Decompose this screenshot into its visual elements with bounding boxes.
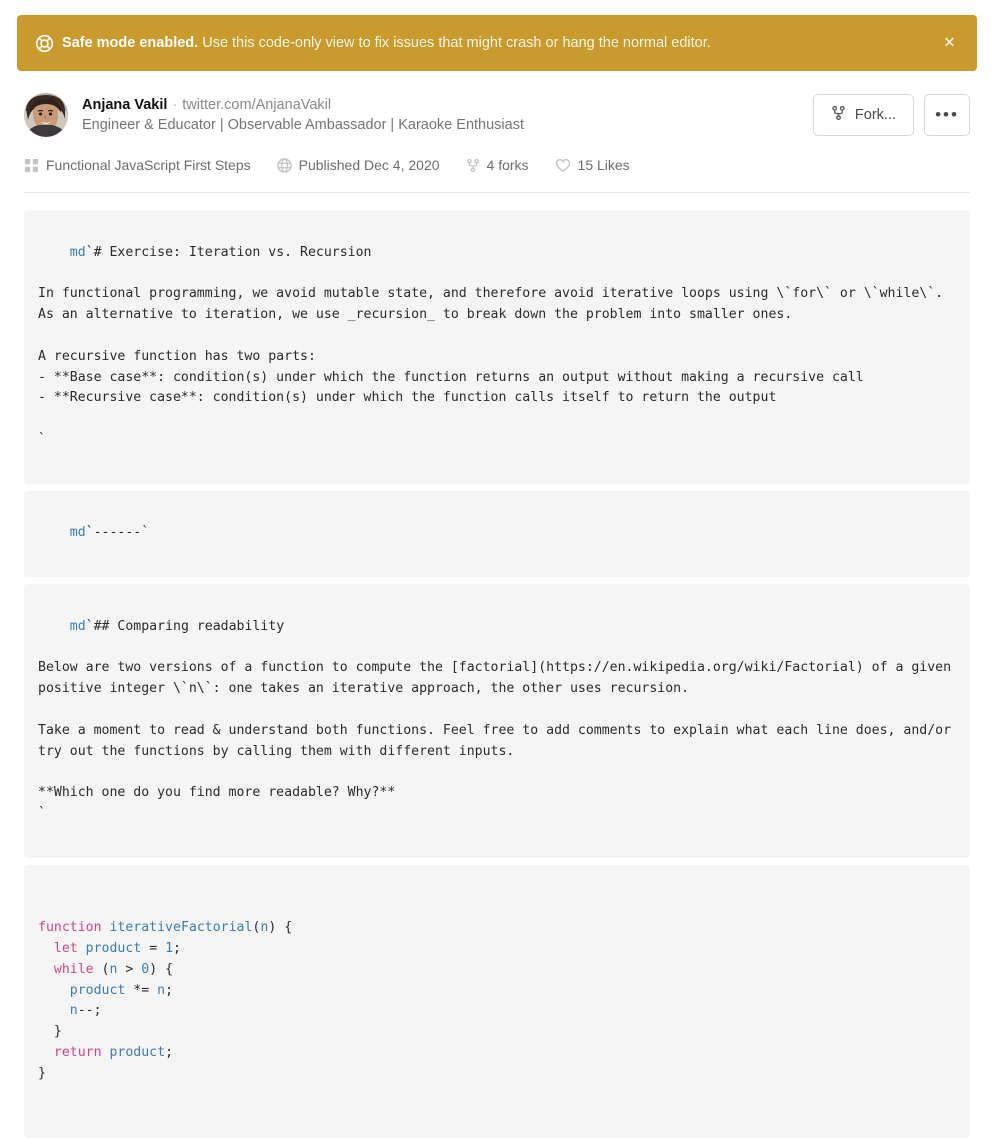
code-token: n — [157, 983, 165, 998]
fork-button[interactable]: Fork... — [813, 94, 914, 136]
author-handle[interactable]: twitter.com/AnjanaVakil — [182, 97, 331, 113]
collection-grid-icon — [24, 158, 39, 173]
byline-primary: Anjana Vakil · twitter.com/AnjanaVakil — [82, 95, 813, 115]
code-token: return — [54, 1045, 102, 1060]
code-token: ) { — [149, 962, 173, 977]
cell-open-backtick: ` — [86, 619, 94, 634]
lifebuoy-icon — [35, 34, 54, 53]
heart-icon — [555, 158, 571, 173]
avatar[interactable] — [24, 93, 68, 137]
notebook-header: Anjana Vakil · twitter.com/AnjanaVakil Eng… — [24, 71, 970, 193]
header-actions: Fork... ••• — [813, 94, 970, 136]
code-token: iterativeFactorial — [109, 920, 252, 935]
code-token — [38, 962, 54, 977]
meta-forks-label: 4 forks — [487, 157, 529, 173]
code-token: } — [38, 1066, 46, 1081]
markdown-cell[interactable]: md`------` — [24, 491, 970, 577]
code-token — [102, 1045, 110, 1060]
code-token: *= — [125, 983, 157, 998]
more-options-button[interactable]: ••• — [924, 94, 970, 136]
code-token: 1 — [165, 941, 173, 956]
code-token: 0 — [141, 962, 149, 977]
code-token — [38, 941, 54, 956]
cell-open-backtick: ` — [86, 245, 94, 260]
fork-icon — [466, 158, 480, 173]
safe-mode-banner-description: Use this code-only view to fix issues th… — [198, 35, 711, 51]
byline: Anjana Vakil · twitter.com/AnjanaVakil Eng… — [82, 95, 813, 135]
code-token: ; — [165, 1045, 173, 1060]
code-token: product — [109, 1045, 165, 1060]
author-bio: Engineer & Educator | Observable Ambassa… — [82, 115, 813, 135]
cell-source: # Exercise: Iteration vs. Recursion In f… — [38, 245, 951, 447]
safe-mode-banner: Safe mode enabled. Use this code-only vi… — [17, 15, 977, 71]
code-token — [78, 941, 86, 956]
close-icon[interactable]: × — [938, 30, 961, 57]
code-token — [38, 1003, 70, 1018]
meta-published: Published Dec 4, 2020 — [277, 157, 440, 173]
code-source: function iterativeFactorial(n) { let pro… — [38, 918, 956, 1084]
code-token: while — [54, 962, 94, 977]
code-token: } — [38, 1024, 62, 1039]
code-token: --; — [78, 1003, 102, 1018]
code-token: ( — [94, 962, 110, 977]
safe-mode-banner-text: Safe mode enabled. Use this code-only vi… — [62, 34, 711, 53]
code-token: product — [70, 983, 126, 998]
cell-language-tag: md — [70, 245, 86, 260]
code-token: let — [54, 941, 78, 956]
author-row: Anjana Vakil · twitter.com/AnjanaVakil Eng… — [24, 93, 970, 137]
code-token: ; — [165, 983, 173, 998]
code-token — [38, 1045, 54, 1060]
fork-icon — [831, 105, 846, 125]
code-token: = — [141, 941, 165, 956]
meta-forks[interactable]: 4 forks — [466, 157, 529, 173]
code-token: n — [70, 1003, 78, 1018]
cell-language-tag: md — [70, 525, 86, 540]
cell-source: ------` — [94, 525, 150, 540]
code-token: > — [117, 962, 141, 977]
meta-collection-label: Functional JavaScript First Steps — [46, 157, 251, 173]
byline-separator: · — [172, 97, 177, 113]
javascript-cell[interactable]: function iterativeFactorial(n) { let pro… — [24, 865, 970, 1138]
code-token: ) { — [268, 920, 292, 935]
meta-likes[interactable]: 15 Likes — [555, 157, 630, 173]
meta-published-label: Published Dec 4, 2020 — [299, 157, 440, 173]
code-token: ; — [173, 941, 181, 956]
author-name[interactable]: Anjana Vakil — [82, 97, 167, 113]
meta-likes-label: 15 Likes — [578, 157, 630, 173]
notebook-cells: md`# Exercise: Iteration vs. Recursion I… — [24, 193, 970, 1138]
code-token: n — [109, 962, 117, 977]
code-token: function — [38, 920, 102, 935]
notebook-meta-row: Functional JavaScript First Steps Publis… — [24, 157, 970, 173]
safe-mode-banner-title: Safe mode enabled. — [62, 35, 198, 51]
cell-source: ## Comparing readability Below are two v… — [38, 619, 959, 821]
fork-button-label: Fork... — [855, 107, 896, 123]
code-token: product — [86, 941, 142, 956]
markdown-cell[interactable]: md`# Exercise: Iteration vs. Recursion I… — [24, 210, 970, 484]
globe-icon — [277, 158, 292, 173]
cell-language-tag: md — [70, 619, 86, 634]
cell-open-backtick: ` — [86, 525, 94, 540]
code-token — [38, 983, 70, 998]
meta-collection[interactable]: Functional JavaScript First Steps — [24, 157, 251, 173]
markdown-cell[interactable]: md`## Comparing readability Below are tw… — [24, 584, 970, 858]
